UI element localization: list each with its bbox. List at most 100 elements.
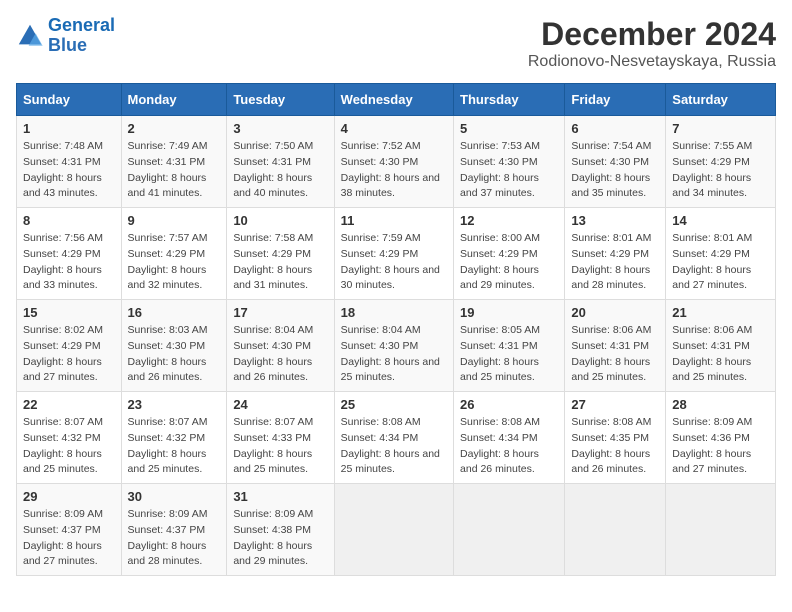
day-detail: Sunrise: 8:07 AM Sunset: 4:32 PM Dayligh… [23, 415, 115, 478]
logo-general: General [48, 15, 115, 35]
day-detail: Sunrise: 8:07 AM Sunset: 4:32 PM Dayligh… [128, 415, 221, 478]
calendar-day-17: 17 Sunrise: 8:04 AM Sunset: 4:30 PM Dayl… [227, 300, 334, 392]
day-detail: Sunrise: 8:09 AM Sunset: 4:38 PM Dayligh… [233, 507, 327, 570]
calendar-week-4: 22 Sunrise: 8:07 AM Sunset: 4:32 PM Dayl… [17, 392, 776, 484]
empty-cell [454, 484, 565, 576]
day-detail: Sunrise: 8:01 AM Sunset: 4:29 PM Dayligh… [672, 231, 769, 294]
day-number: 7 [672, 121, 769, 136]
day-number: 25 [341, 397, 447, 412]
calendar-day-10: 10 Sunrise: 7:58 AM Sunset: 4:29 PM Dayl… [227, 208, 334, 300]
day-number: 24 [233, 397, 327, 412]
header-sunday: Sunday [17, 84, 122, 116]
day-detail: Sunrise: 8:04 AM Sunset: 4:30 PM Dayligh… [341, 323, 447, 386]
day-number: 4 [341, 121, 447, 136]
calendar-day-9: 9 Sunrise: 7:57 AM Sunset: 4:29 PM Dayli… [121, 208, 227, 300]
calendar-day-13: 13 Sunrise: 8:01 AM Sunset: 4:29 PM Dayl… [565, 208, 666, 300]
day-detail: Sunrise: 8:08 AM Sunset: 4:34 PM Dayligh… [341, 415, 447, 478]
calendar-day-26: 26 Sunrise: 8:08 AM Sunset: 4:34 PM Dayl… [454, 392, 565, 484]
day-detail: Sunrise: 7:53 AM Sunset: 4:30 PM Dayligh… [460, 139, 558, 202]
day-number: 6 [571, 121, 659, 136]
day-number: 28 [672, 397, 769, 412]
calendar-day-27: 27 Sunrise: 8:08 AM Sunset: 4:35 PM Dayl… [565, 392, 666, 484]
day-number: 14 [672, 213, 769, 228]
calendar-week-2: 8 Sunrise: 7:56 AM Sunset: 4:29 PM Dayli… [17, 208, 776, 300]
day-detail: Sunrise: 7:59 AM Sunset: 4:29 PM Dayligh… [341, 231, 447, 294]
calendar-day-5: 5 Sunrise: 7:53 AM Sunset: 4:30 PM Dayli… [454, 116, 565, 208]
calendar-day-30: 30 Sunrise: 8:09 AM Sunset: 4:37 PM Dayl… [121, 484, 227, 576]
day-number: 15 [23, 305, 115, 320]
calendar-day-20: 20 Sunrise: 8:06 AM Sunset: 4:31 PM Dayl… [565, 300, 666, 392]
day-number: 17 [233, 305, 327, 320]
calendar-day-2: 2 Sunrise: 7:49 AM Sunset: 4:31 PM Dayli… [121, 116, 227, 208]
calendar-week-5: 29 Sunrise: 8:09 AM Sunset: 4:37 PM Dayl… [17, 484, 776, 576]
day-detail: Sunrise: 7:49 AM Sunset: 4:31 PM Dayligh… [128, 139, 221, 202]
day-number: 31 [233, 489, 327, 504]
day-detail: Sunrise: 7:50 AM Sunset: 4:31 PM Dayligh… [233, 139, 327, 202]
day-detail: Sunrise: 7:57 AM Sunset: 4:29 PM Dayligh… [128, 231, 221, 294]
day-detail: Sunrise: 8:05 AM Sunset: 4:31 PM Dayligh… [460, 323, 558, 386]
header-saturday: Saturday [666, 84, 776, 116]
calendar-header-row: Sunday Monday Tuesday Wednesday Thursday… [17, 84, 776, 116]
calendar-day-12: 12 Sunrise: 8:00 AM Sunset: 4:29 PM Dayl… [454, 208, 565, 300]
day-number: 19 [460, 305, 558, 320]
page-header: General Blue December 2024 Rodionovo-Nes… [16, 16, 776, 71]
calendar-day-14: 14 Sunrise: 8:01 AM Sunset: 4:29 PM Dayl… [666, 208, 776, 300]
header-friday: Friday [565, 84, 666, 116]
day-number: 2 [128, 121, 221, 136]
logo-blue: Blue [48, 36, 115, 56]
calendar-day-22: 22 Sunrise: 8:07 AM Sunset: 4:32 PM Dayl… [17, 392, 122, 484]
day-number: 30 [128, 489, 221, 504]
day-number: 12 [460, 213, 558, 228]
day-number: 9 [128, 213, 221, 228]
empty-cell [565, 484, 666, 576]
day-detail: Sunrise: 8:01 AM Sunset: 4:29 PM Dayligh… [571, 231, 659, 294]
day-number: 20 [571, 305, 659, 320]
day-detail: Sunrise: 8:08 AM Sunset: 4:34 PM Dayligh… [460, 415, 558, 478]
day-number: 21 [672, 305, 769, 320]
calendar-day-4: 4 Sunrise: 7:52 AM Sunset: 4:30 PM Dayli… [334, 116, 453, 208]
header-thursday: Thursday [454, 84, 565, 116]
logo-text: General Blue [48, 16, 115, 56]
day-number: 5 [460, 121, 558, 136]
day-number: 10 [233, 213, 327, 228]
calendar-week-3: 15 Sunrise: 8:02 AM Sunset: 4:29 PM Dayl… [17, 300, 776, 392]
calendar-day-25: 25 Sunrise: 8:08 AM Sunset: 4:34 PM Dayl… [334, 392, 453, 484]
calendar-day-29: 29 Sunrise: 8:09 AM Sunset: 4:37 PM Dayl… [17, 484, 122, 576]
day-number: 1 [23, 121, 115, 136]
empty-cell [666, 484, 776, 576]
day-detail: Sunrise: 8:04 AM Sunset: 4:30 PM Dayligh… [233, 323, 327, 386]
logo-icon [16, 22, 44, 50]
day-number: 23 [128, 397, 221, 412]
header-monday: Monday [121, 84, 227, 116]
calendar-day-19: 19 Sunrise: 8:05 AM Sunset: 4:31 PM Dayl… [454, 300, 565, 392]
day-detail: Sunrise: 8:03 AM Sunset: 4:30 PM Dayligh… [128, 323, 221, 386]
day-number: 16 [128, 305, 221, 320]
day-detail: Sunrise: 7:52 AM Sunset: 4:30 PM Dayligh… [341, 139, 447, 202]
day-number: 29 [23, 489, 115, 504]
calendar-day-15: 15 Sunrise: 8:02 AM Sunset: 4:29 PM Dayl… [17, 300, 122, 392]
calendar-day-23: 23 Sunrise: 8:07 AM Sunset: 4:32 PM Dayl… [121, 392, 227, 484]
logo: General Blue [16, 16, 115, 56]
day-number: 11 [341, 213, 447, 228]
day-detail: Sunrise: 8:00 AM Sunset: 4:29 PM Dayligh… [460, 231, 558, 294]
calendar-day-1: 1 Sunrise: 7:48 AM Sunset: 4:31 PM Dayli… [17, 116, 122, 208]
calendar-day-7: 7 Sunrise: 7:55 AM Sunset: 4:29 PM Dayli… [666, 116, 776, 208]
calendar-day-6: 6 Sunrise: 7:54 AM Sunset: 4:30 PM Dayli… [565, 116, 666, 208]
calendar-week-1: 1 Sunrise: 7:48 AM Sunset: 4:31 PM Dayli… [17, 116, 776, 208]
day-detail: Sunrise: 7:56 AM Sunset: 4:29 PM Dayligh… [23, 231, 115, 294]
calendar-day-3: 3 Sunrise: 7:50 AM Sunset: 4:31 PM Dayli… [227, 116, 334, 208]
title-section: December 2024 Rodionovo-Nesvetayskaya, R… [528, 16, 776, 71]
day-detail: Sunrise: 7:58 AM Sunset: 4:29 PM Dayligh… [233, 231, 327, 294]
header-tuesday: Tuesday [227, 84, 334, 116]
day-detail: Sunrise: 8:09 AM Sunset: 4:36 PM Dayligh… [672, 415, 769, 478]
day-detail: Sunrise: 8:06 AM Sunset: 4:31 PM Dayligh… [672, 323, 769, 386]
header-wednesday: Wednesday [334, 84, 453, 116]
day-detail: Sunrise: 8:07 AM Sunset: 4:33 PM Dayligh… [233, 415, 327, 478]
calendar-day-21: 21 Sunrise: 8:06 AM Sunset: 4:31 PM Dayl… [666, 300, 776, 392]
calendar-day-28: 28 Sunrise: 8:09 AM Sunset: 4:36 PM Dayl… [666, 392, 776, 484]
day-number: 8 [23, 213, 115, 228]
day-detail: Sunrise: 8:08 AM Sunset: 4:35 PM Dayligh… [571, 415, 659, 478]
day-number: 27 [571, 397, 659, 412]
calendar-day-16: 16 Sunrise: 8:03 AM Sunset: 4:30 PM Dayl… [121, 300, 227, 392]
day-number: 3 [233, 121, 327, 136]
